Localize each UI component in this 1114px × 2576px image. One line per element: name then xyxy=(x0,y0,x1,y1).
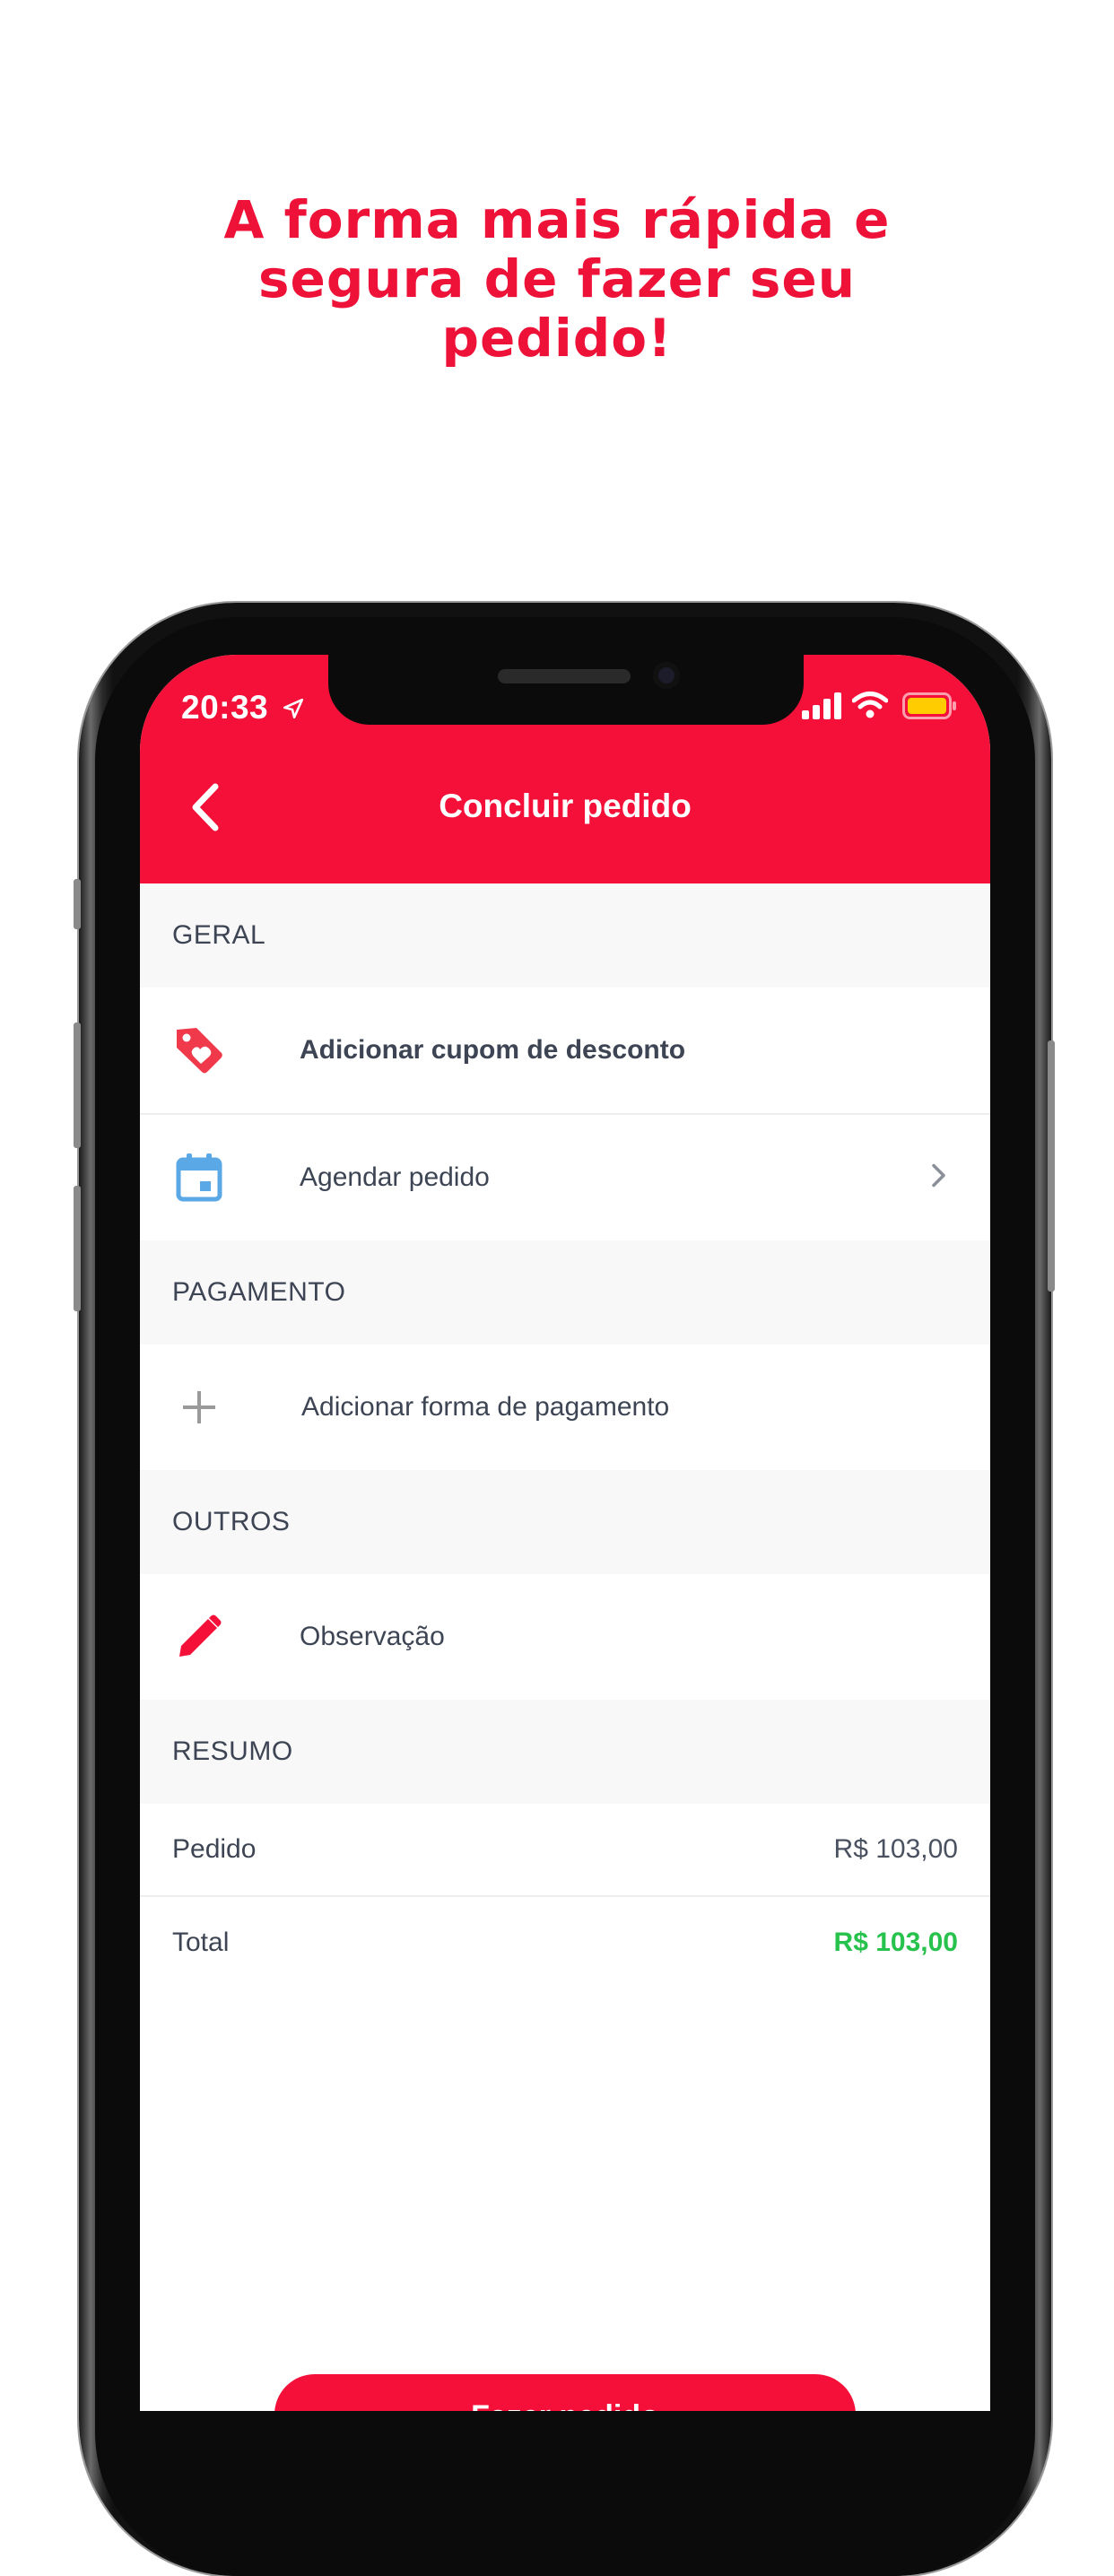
promo-headline: A forma mais rápida e segura de fazer se… xyxy=(0,190,1114,368)
note-label: Observação xyxy=(300,1622,445,1651)
section-title-geral: GERAL xyxy=(172,920,266,950)
volume-up-button xyxy=(74,1023,81,1148)
section-title-pagamento: PAGAMENTO xyxy=(172,1277,346,1307)
summary-order-label: Pedido xyxy=(172,1834,257,1864)
add-coupon-row[interactable]: Adicionar cupom de desconto xyxy=(140,988,990,1113)
section-header-resumo: RESUMO xyxy=(140,1700,990,1804)
calendar-icon xyxy=(172,1151,226,1205)
summary-total-value: R$ 103,00 xyxy=(833,1928,958,1957)
summary-order-value: R$ 103,00 xyxy=(833,1834,958,1864)
section-header-geral: GERAL xyxy=(140,883,990,988)
phone-notch xyxy=(328,655,804,725)
note-row[interactable]: Observação xyxy=(140,1574,990,1700)
signal-icon xyxy=(802,692,841,719)
battery-icon xyxy=(902,692,956,719)
section-title-outros: OUTROS xyxy=(172,1507,291,1536)
page-title: Concluir pedido xyxy=(439,788,692,824)
wifi-icon xyxy=(852,692,888,718)
schedule-order-label: Agendar pedido xyxy=(300,1162,490,1192)
summary-total-label: Total xyxy=(172,1928,230,1957)
chevron-right-icon xyxy=(931,1163,947,1193)
plus-icon xyxy=(172,1380,226,1434)
coupon-tag-icon xyxy=(172,1023,226,1077)
app-screen: 20:33 Concluir pedido GERAL Adicionar cu… xyxy=(140,655,990,2411)
volume-down-button xyxy=(74,1186,81,1311)
add-payment-label: Adicionar forma de pagamento xyxy=(301,1392,670,1422)
headline-line-1: A forma mais rápida e xyxy=(223,189,891,250)
status-time: 20:33 xyxy=(181,689,305,727)
place-order-button[interactable]: Fazer pedido xyxy=(274,2374,856,2411)
earpiece-speaker xyxy=(498,669,631,683)
pencil-icon xyxy=(172,1610,226,1664)
power-button xyxy=(1048,1040,1055,1292)
add-coupon-label: Adicionar cupom de desconto xyxy=(300,1035,686,1065)
front-camera xyxy=(653,662,680,689)
headline-line-3: pedido! xyxy=(441,308,673,369)
place-order-label: Fazer pedido xyxy=(274,2399,856,2411)
summary-order-row: Pedido R$ 103,00 xyxy=(140,1804,990,1895)
section-header-pagamento: PAGAMENTO xyxy=(140,1240,990,1345)
summary-total-row: Total R$ 103,00 xyxy=(140,1897,990,1989)
location-arrow-icon xyxy=(283,698,303,719)
mute-switch xyxy=(74,879,81,929)
status-time-text: 20:33 xyxy=(181,689,269,726)
schedule-order-row[interactable]: Agendar pedido xyxy=(140,1115,990,1240)
section-header-outros: OUTROS xyxy=(140,1470,990,1574)
add-payment-row[interactable]: Adicionar forma de pagamento xyxy=(140,1345,990,1470)
headline-line-2: segura de fazer seu xyxy=(257,248,857,309)
section-title-resumo: RESUMO xyxy=(172,1736,293,1766)
